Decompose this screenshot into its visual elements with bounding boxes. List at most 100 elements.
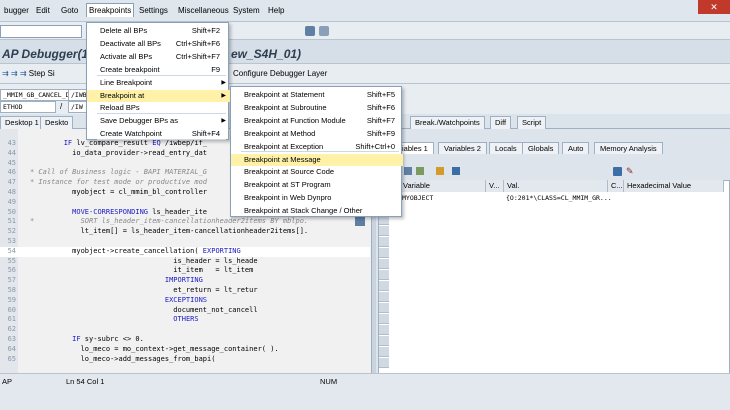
menu-debugger[interactable]: bugger bbox=[2, 4, 31, 18]
menu-system[interactable]: System bbox=[231, 4, 262, 18]
code-line[interactable]: 51 * SORT ls_header_item-cancellationhead… bbox=[0, 217, 370, 227]
code-line[interactable]: 52 lt_item[] = ls_header_item-cancellati… bbox=[0, 227, 370, 237]
tab-memory-analysis[interactable]: Memory Analysis bbox=[594, 142, 663, 154]
column-header-c[interactable]: C... bbox=[608, 180, 624, 192]
line-number: 64 bbox=[7, 344, 16, 353]
line-number: 57 bbox=[7, 276, 16, 285]
code-text: MOVE-CORRESPONDING ls_header_ite bbox=[72, 207, 208, 216]
menu-item[interactable]: Activate all BPs Ctrl+Shift+F7 bbox=[87, 51, 230, 64]
tab-diff[interactable]: Diff bbox=[490, 116, 512, 129]
menu-item[interactable]: Breakpoint at Subroutine Shift+F6 bbox=[231, 102, 403, 115]
code-line[interactable]: 61 OTHERS bbox=[0, 315, 370, 325]
menu-item[interactable]: Breakpoint at Source Code bbox=[231, 166, 403, 179]
code-line[interactable]: 65 lo_meco->add_messages_from_bapi( bbox=[0, 355, 370, 365]
code-line[interactable]: 60 document_not_cancell bbox=[0, 306, 370, 316]
tab-desktop-2[interactable]: Deskto bbox=[40, 116, 74, 129]
menu-item[interactable]: Breakpoint at ▶ bbox=[87, 89, 230, 103]
layout-icon[interactable] bbox=[319, 26, 329, 36]
code-line[interactable]: 58 et_return = lt_retur bbox=[0, 286, 370, 296]
menu-item[interactable]: Breakpoint at Function Module Shift+F7 bbox=[231, 115, 403, 128]
menu-help[interactable]: Help bbox=[266, 4, 286, 18]
code-text: * Instance for test mode or productive m… bbox=[30, 178, 208, 187]
variable-cell[interactable]: MYOBJECT bbox=[402, 194, 433, 202]
menu-item[interactable]: Breakpoint at Stack Change / Other bbox=[231, 205, 403, 218]
variables-grid[interactable] bbox=[378, 180, 730, 375]
command-field[interactable] bbox=[0, 25, 82, 38]
code-text: lt_item[] = ls_header_item-cancellationh… bbox=[30, 227, 309, 236]
tab-locals[interactable]: Locals bbox=[489, 142, 523, 154]
code-line[interactable]: 59 EXCEPTIONS bbox=[0, 296, 370, 306]
column-header-value[interactable]: Val. bbox=[504, 180, 608, 192]
line-number: 63 bbox=[7, 335, 16, 343]
step-single-button[interactable]: ⇉ ⇉ ⇉ Step Si bbox=[2, 69, 55, 78]
menu-item[interactable]: Delete all BPs Shift+F2 bbox=[87, 25, 230, 38]
row-selector[interactable] bbox=[379, 259, 389, 269]
menu-item[interactable]: Breakpoint at Statement Shift+F5 bbox=[231, 89, 403, 102]
configure-layer-button[interactable]: Configure Debugger Layer bbox=[233, 69, 327, 78]
row-selector[interactable] bbox=[379, 303, 389, 313]
tab-script[interactable]: Script bbox=[517, 116, 547, 129]
save-icon[interactable] bbox=[613, 167, 622, 176]
column-header-v[interactable]: V... bbox=[486, 180, 504, 192]
menu-settings[interactable]: Settings bbox=[137, 4, 170, 18]
menu-item-label: Save Debugger BPs as bbox=[100, 116, 178, 126]
close-icon[interactable]: ✕ bbox=[698, 0, 730, 14]
row-selector[interactable] bbox=[379, 325, 389, 335]
menu-item-label: Breakpoint at Message bbox=[244, 154, 321, 164]
menu-item[interactable]: Breakpoint at ST Program bbox=[231, 179, 403, 192]
line-number: 58 bbox=[7, 286, 16, 294]
grid-tool-icon[interactable] bbox=[452, 167, 460, 175]
tab-variables-2[interactable]: Variables 2 bbox=[438, 142, 487, 154]
row-selector[interactable] bbox=[379, 347, 389, 357]
menu-item-label: Line Breakpoint bbox=[100, 77, 153, 87]
row-selector[interactable] bbox=[379, 292, 389, 302]
menu-item-label: Breakpoint at ST Program bbox=[244, 180, 331, 190]
menu-item[interactable]: Deactivate all BPs Ctrl+Shift+F6 bbox=[87, 38, 230, 51]
grid-tool-icon[interactable] bbox=[416, 167, 424, 175]
column-header-hex[interactable]: Hexadecimal Value bbox=[624, 180, 724, 192]
menu-item-label: Breakpoint in Web Dynpro bbox=[244, 193, 332, 203]
grid-tool-icon[interactable] bbox=[404, 167, 412, 175]
menu-item[interactable]: Breakpoint in Web Dynpro bbox=[231, 192, 403, 205]
breakpoints-menu: Delete all BPs Shift+F2 Deactivate all BPs… bbox=[86, 22, 230, 140]
code-line[interactable]: 53 bbox=[0, 237, 370, 247]
tab-break-watchpoints[interactable]: Break./Watchpoints bbox=[410, 116, 485, 129]
method-field[interactable]: ETHOD bbox=[0, 101, 56, 113]
code-line[interactable]: 63 IF sy-subrc <> 0. bbox=[0, 335, 370, 345]
row-selector[interactable] bbox=[379, 270, 389, 280]
row-selector[interactable] bbox=[379, 281, 389, 291]
row-selector[interactable] bbox=[379, 237, 389, 247]
menu-item[interactable]: Save Debugger BPs as ▶ bbox=[87, 115, 230, 128]
menu-edit[interactable]: Edit bbox=[34, 4, 52, 18]
menu-item[interactable]: Breakpoint at Message bbox=[231, 153, 403, 167]
cursor-position: Ln 54 Col 1 bbox=[66, 377, 105, 386]
code-line[interactable]: 62 bbox=[0, 325, 370, 335]
tab-desktop-1[interactable]: Desktop 1 bbox=[0, 116, 44, 129]
step-label: Step Si bbox=[28, 69, 55, 78]
menu-bar: bugger Edit Goto Breakpoints Settings Mi… bbox=[0, 0, 730, 22]
delete-icon[interactable]: ✎ bbox=[626, 166, 634, 177]
grid-tool-icon[interactable] bbox=[436, 167, 444, 175]
line-number: 49 bbox=[7, 197, 16, 206]
help-icon[interactable] bbox=[305, 26, 315, 36]
code-line[interactable]: 64 lo_meco = mo_context->get_message_con… bbox=[0, 345, 370, 355]
row-selector[interactable] bbox=[379, 248, 389, 258]
column-header-variable[interactable]: Variable bbox=[400, 180, 486, 192]
menu-goto[interactable]: Goto bbox=[59, 4, 80, 18]
menu-breakpoints[interactable]: Breakpoints bbox=[86, 3, 135, 17]
row-selector[interactable] bbox=[379, 226, 389, 236]
menu-item[interactable]: Breakpoint at Method Shift+F9 bbox=[231, 128, 403, 141]
code-line[interactable]: 57 IMPORTING bbox=[0, 276, 370, 286]
value-cell[interactable]: {O:201*\CLASS=CL_MMIM_GR... bbox=[506, 194, 612, 202]
row-selector[interactable] bbox=[379, 314, 389, 324]
menu-item[interactable]: Line Breakpoint ▶ bbox=[87, 77, 230, 90]
line-number: 59 bbox=[7, 295, 16, 304]
menu-miscellaneous[interactable]: Miscellaneous bbox=[176, 4, 231, 18]
code-line[interactable]: 55 is_header = ls_heade bbox=[0, 257, 370, 267]
row-selector[interactable] bbox=[379, 336, 389, 346]
code-line[interactable]: 54 myobject->create_cancellation( EXPORT… bbox=[0, 246, 370, 257]
row-selector[interactable] bbox=[379, 358, 389, 368]
tab-globals[interactable]: Globals bbox=[522, 142, 560, 154]
tab-auto[interactable]: Auto bbox=[562, 142, 590, 154]
code-line[interactable]: 56 it_item = lt_item bbox=[0, 266, 370, 276]
